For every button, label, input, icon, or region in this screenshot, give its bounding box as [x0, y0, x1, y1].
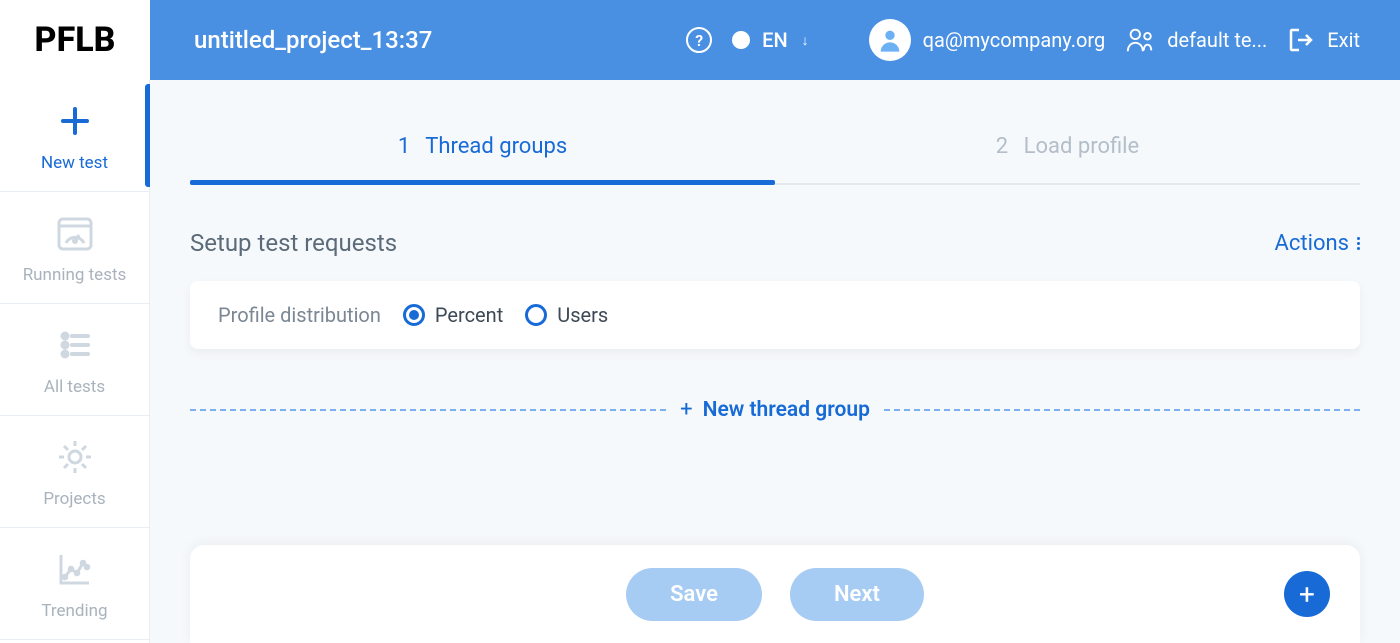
- exit-button[interactable]: Exit: [1287, 26, 1360, 54]
- user-email: qa@mycompany.org: [923, 28, 1106, 52]
- brand-text: PFLB: [35, 20, 116, 60]
- step-label: Load profile: [1024, 134, 1140, 159]
- sidebar-item-label: Trending: [41, 601, 107, 621]
- sidebar-item-label: Projects: [43, 489, 105, 509]
- avatar: [869, 19, 911, 61]
- gear-icon: [53, 435, 97, 479]
- sidebar-item-label: Running tests: [23, 265, 127, 285]
- step-label: Thread groups: [425, 134, 567, 159]
- flag-icon: [732, 31, 750, 49]
- plus-icon: [53, 99, 97, 143]
- step-tabs: 1 Thread groups 2 Load profile: [190, 120, 1360, 185]
- footer-bar: Save Next +: [190, 545, 1360, 643]
- fab-add-button[interactable]: +: [1284, 571, 1330, 617]
- actions-label: Actions: [1275, 231, 1349, 256]
- sidebar-item-label: New test: [41, 153, 108, 173]
- tab-thread-groups[interactable]: 1 Thread groups: [190, 120, 775, 183]
- new-thread-group-button[interactable]: + New thread group: [680, 397, 870, 422]
- exit-label: Exit: [1327, 28, 1360, 52]
- radio-label: Users: [557, 303, 608, 327]
- divider-left: [190, 409, 666, 411]
- actions-menu[interactable]: Actions: [1275, 231, 1360, 256]
- sidebar-item-running-tests[interactable]: Running tests: [0, 192, 149, 304]
- team-name: default te...: [1167, 28, 1267, 52]
- new-thread-group-row: + New thread group: [190, 397, 1360, 422]
- sidebar-item-new-test[interactable]: New test: [0, 80, 149, 192]
- radio-label: Percent: [435, 303, 503, 327]
- team-icon: [1125, 25, 1155, 55]
- team-block[interactable]: default te...: [1125, 25, 1267, 55]
- language-code: EN: [762, 28, 788, 52]
- step-number: 2: [996, 134, 1008, 159]
- save-button[interactable]: Save: [626, 568, 762, 621]
- help-icon[interactable]: ?: [686, 27, 712, 53]
- radio-icon: [525, 304, 547, 326]
- sidebar-item-trending[interactable]: Trending: [0, 528, 149, 640]
- step-number: 1: [398, 134, 410, 159]
- sidebar-item-label: All tests: [44, 377, 105, 397]
- app-header: PFLB untitled_project_13:37 ? EN ↓ qa@my…: [0, 0, 1400, 80]
- plus-icon: +: [1299, 578, 1315, 611]
- brand-logo[interactable]: PFLB: [0, 0, 150, 80]
- sidebar-item-projects[interactable]: Projects: [0, 416, 149, 528]
- user-icon: [876, 26, 904, 54]
- project-title[interactable]: untitled_project_13:37: [194, 26, 432, 54]
- chart-icon: [53, 547, 97, 591]
- distribution-label: Profile distribution: [218, 303, 381, 327]
- divider-right: [884, 409, 1360, 411]
- exit-icon: [1287, 26, 1315, 54]
- profile-distribution-card: Profile distribution Percent Users: [190, 281, 1360, 349]
- list-icon: [53, 323, 97, 367]
- sidebar-item-all-tests[interactable]: All tests: [0, 304, 149, 416]
- more-vertical-icon: [1357, 237, 1360, 250]
- language-switcher[interactable]: EN ↓: [732, 28, 809, 52]
- radio-users[interactable]: Users: [525, 303, 608, 327]
- section-header: Setup test requests Actions: [190, 229, 1360, 257]
- section-title: Setup test requests: [190, 229, 397, 257]
- tab-load-profile[interactable]: 2 Load profile: [775, 120, 1360, 183]
- gauge-icon: [53, 211, 97, 255]
- chevron-down-icon: ↓: [802, 32, 809, 49]
- plus-icon: +: [680, 397, 692, 422]
- new-group-label: New thread group: [703, 398, 870, 422]
- user-block[interactable]: qa@mycompany.org: [869, 19, 1106, 61]
- radio-icon: [403, 304, 425, 326]
- help-symbol: ?: [695, 31, 703, 50]
- header-bar: untitled_project_13:37 ? EN ↓ qa@mycompa…: [150, 0, 1400, 80]
- next-button[interactable]: Next: [790, 568, 924, 621]
- radio-percent[interactable]: Percent: [403, 303, 503, 327]
- sidebar: New test Running tests All test: [0, 80, 150, 643]
